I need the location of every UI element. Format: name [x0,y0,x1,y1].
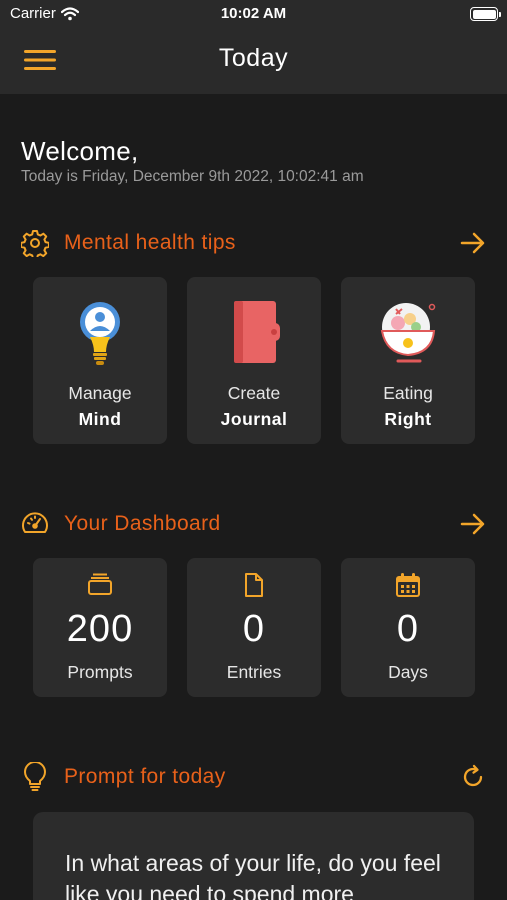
tip-card-eating-right[interactable]: Eating Right [341,277,475,444]
status-bar: Carrier 10:02 AM [0,0,507,30]
gear-icon [21,229,49,257]
food-bowl-icon [341,297,475,369]
calendar-icon [341,572,475,600]
arrow-right-icon[interactable] [459,510,487,538]
page-title: Today [218,44,289,72]
top-bar: Carrier 10:02 AM Today [0,0,507,94]
dashboard-card-days[interactable]: 0 Days [341,558,475,697]
section-title-prompt: Prompt for today [64,765,226,788]
stat-label: Prompts [67,662,133,682]
tip-line1: Manage [68,383,132,403]
stat-value: 0 [242,608,266,650]
status-time: 10:02 AM [220,5,287,22]
arrow-right-icon[interactable] [459,229,487,257]
tip-line2: Journal [220,409,288,429]
welcome-heading: Welcome, [21,136,139,166]
prompt-card[interactable]: In what areas of your life, do you feel … [33,812,474,900]
section-header-dashboard: Your Dashboard [21,507,487,541]
section-title-dashboard: Your Dashboard [64,512,221,535]
stack-icon [33,572,167,600]
lightbulb-icon [21,762,49,791]
document-icon [187,572,321,600]
lightbulb-head-icon [33,297,167,369]
refresh-icon[interactable] [459,763,487,791]
tip-line1: Create [227,383,281,403]
tip-line1: Eating [383,383,433,403]
stat-label: Days [388,662,428,682]
speedometer-icon [21,510,49,538]
date-line: Today is Friday, December 9th 2022, 10:0… [21,168,364,185]
journal-book-icon [187,297,321,369]
dashboard-card-prompts[interactable]: 200 Prompts [33,558,167,697]
battery-icon [470,7,501,21]
dashboard-card-entries[interactable]: 0 Entries [187,558,321,697]
tip-line2: Mind [78,409,122,429]
prompt-text: In what areas of your life, do you feel … [65,850,441,900]
section-header-prompt: Prompt for today [21,760,487,794]
section-title-tips: Mental health tips [64,231,236,254]
stat-value: 0 [396,608,420,650]
stat-value: 200 [66,608,134,650]
today-screen: Carrier 10:02 AM Today Welcome, Today is… [0,0,507,900]
tip-card-create-journal[interactable]: Create Journal [187,277,321,444]
tip-card-manage-mind[interactable]: Manage Mind [33,277,167,444]
stat-label: Entries [226,662,282,682]
section-header-tips: Mental health tips [21,226,487,260]
tip-line2: Right [384,409,432,429]
